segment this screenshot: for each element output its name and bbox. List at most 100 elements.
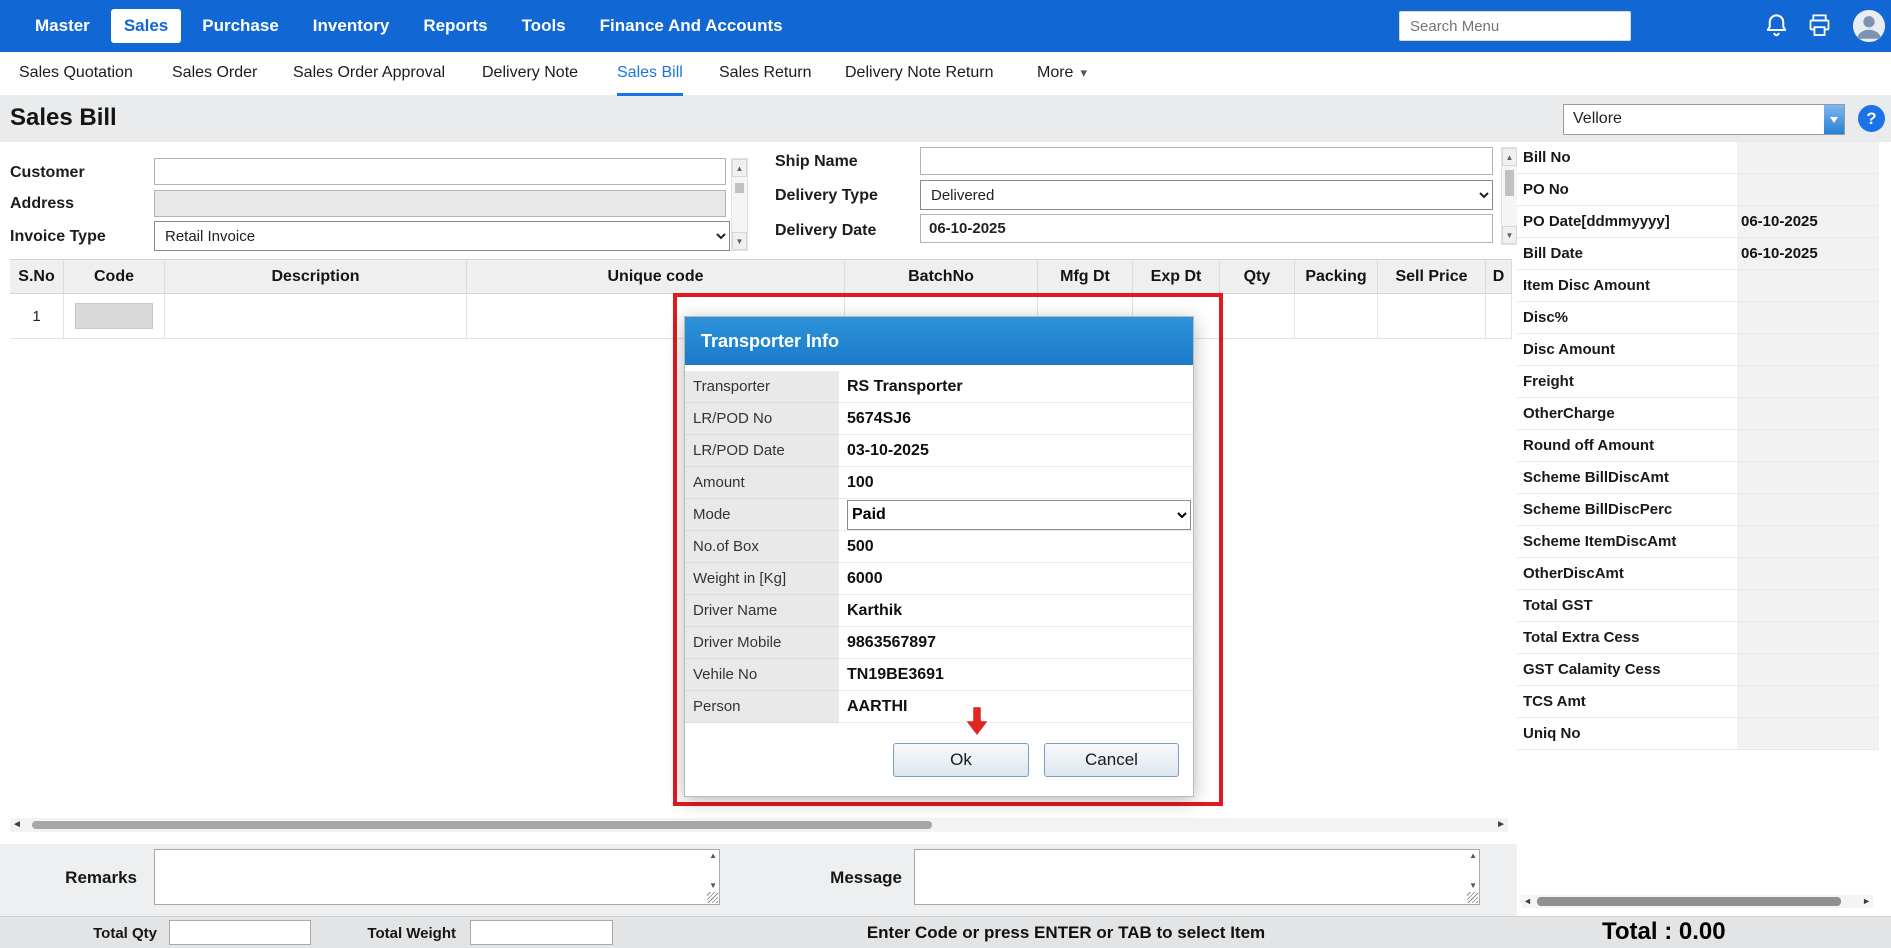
scheme-itemdiscamt-field[interactable] bbox=[1737, 526, 1879, 557]
total-weight-input[interactable] bbox=[470, 920, 613, 945]
bill-summary-panel: Bill No PO No PO Date[ddmmyyyy]06-10-202… bbox=[1517, 142, 1879, 916]
notifications-bell-icon[interactable] bbox=[1763, 12, 1791, 40]
panel-field-label: TCS Amt bbox=[1517, 686, 1737, 717]
scrollbar-thumb[interactable] bbox=[32, 821, 932, 829]
bill-date-field[interactable]: 06-10-2025 bbox=[1737, 238, 1879, 269]
field-label: Vehile No bbox=[685, 659, 839, 691]
panel-field-label: Scheme ItemDiscAmt bbox=[1517, 526, 1737, 557]
scheme-billdiscperc-field[interactable] bbox=[1737, 494, 1879, 525]
disc-amount-field[interactable] bbox=[1737, 334, 1879, 365]
ok-button[interactable]: Ok bbox=[893, 743, 1029, 777]
item-disc-amount-field[interactable] bbox=[1737, 270, 1879, 301]
help-icon[interactable]: ? bbox=[1858, 105, 1885, 132]
scroll-down-icon[interactable]: ▼ bbox=[709, 881, 717, 890]
print-icon[interactable] bbox=[1806, 12, 1834, 40]
nav-item-tools[interactable]: Tools bbox=[509, 9, 579, 43]
scroll-right-icon[interactable]: ► bbox=[1862, 895, 1871, 908]
scrollbar-thumb[interactable] bbox=[1537, 897, 1841, 906]
panel-row: OtherDiscAmt bbox=[1517, 558, 1879, 590]
panel-row: Bill Date06-10-2025 bbox=[1517, 238, 1879, 270]
dropdown-arrow-button[interactable] bbox=[1824, 105, 1844, 134]
driver-name-value[interactable]: Karthik bbox=[839, 595, 1193, 627]
nav-item-reports[interactable]: Reports bbox=[410, 9, 500, 43]
resize-handle-icon[interactable] bbox=[707, 892, 718, 903]
scroll-down-icon[interactable]: ▼ bbox=[732, 232, 747, 250]
disc-percent-field[interactable] bbox=[1737, 302, 1879, 333]
nav-item-sales[interactable]: Sales bbox=[111, 9, 181, 43]
po-date-field[interactable]: 06-10-2025 bbox=[1737, 206, 1879, 237]
customer-input[interactable] bbox=[154, 158, 726, 185]
scroll-up-icon[interactable]: ▲ bbox=[709, 851, 717, 860]
nav-item-master[interactable]: Master bbox=[22, 9, 103, 43]
scroll-down-icon[interactable]: ▼ bbox=[1502, 226, 1517, 244]
ship-name-input[interactable] bbox=[920, 147, 1493, 175]
total-gst-field[interactable] bbox=[1737, 590, 1879, 621]
tab-sales-order-approval[interactable]: Sales Order Approval bbox=[293, 52, 445, 96]
vehicle-no-value[interactable]: TN19BE3691 bbox=[839, 659, 1193, 691]
branch-select-value: Vellore bbox=[1564, 105, 1824, 134]
ship-name-label: Ship Name bbox=[775, 152, 858, 172]
scrollbar-thumb[interactable] bbox=[735, 183, 744, 193]
no-of-box-value[interactable]: 500 bbox=[839, 531, 1193, 563]
tcs-amt-field[interactable] bbox=[1737, 686, 1879, 717]
round-off-amount-field[interactable] bbox=[1737, 430, 1879, 461]
scroll-up-icon[interactable]: ▲ bbox=[1469, 851, 1477, 860]
gst-calamity-cess-field[interactable] bbox=[1737, 654, 1879, 685]
remarks-textarea[interactable] bbox=[155, 850, 703, 904]
tab-delivery-note[interactable]: Delivery Note bbox=[482, 52, 578, 96]
row-sell-price-cell bbox=[1378, 294, 1486, 339]
tab-sales-quotation[interactable]: Sales Quotation bbox=[19, 52, 133, 96]
resize-handle-icon[interactable] bbox=[1467, 892, 1478, 903]
delivery-date-input[interactable] bbox=[920, 214, 1493, 243]
weight-value[interactable]: 6000 bbox=[839, 563, 1193, 595]
scroll-up-icon[interactable]: ▲ bbox=[732, 159, 747, 177]
cancel-button[interactable]: Cancel bbox=[1044, 743, 1179, 777]
row-sno-cell: 1 bbox=[10, 294, 64, 339]
delivery-type-select[interactable]: Delivered bbox=[920, 180, 1493, 210]
branch-select[interactable]: Vellore bbox=[1563, 104, 1845, 135]
main-horizontal-scrollbar[interactable]: ◄ ► bbox=[10, 818, 1508, 832]
mode-select[interactable]: Paid bbox=[847, 500, 1191, 530]
chevron-down-icon: ▾ bbox=[1080, 65, 1087, 80]
nav-item-purchase[interactable]: Purchase bbox=[189, 9, 292, 43]
scroll-down-icon[interactable]: ▼ bbox=[1469, 881, 1477, 890]
left-form-scrollbar[interactable]: ▲ ▼ bbox=[731, 158, 748, 251]
user-avatar[interactable] bbox=[1852, 9, 1886, 43]
person-value[interactable]: AARTHI bbox=[839, 691, 1193, 723]
tab-delivery-note-return[interactable]: Delivery Note Return bbox=[845, 52, 994, 96]
items-table-header: S.No Code Description Unique code BatchN… bbox=[10, 259, 1512, 294]
other-disc-amt-field[interactable] bbox=[1737, 558, 1879, 589]
tab-sales-order[interactable]: Sales Order bbox=[172, 52, 257, 96]
scroll-right-icon[interactable]: ► bbox=[1496, 818, 1506, 832]
po-no-field[interactable] bbox=[1737, 174, 1879, 205]
freight-field[interactable] bbox=[1737, 366, 1879, 397]
amount-value[interactable]: 100 bbox=[839, 467, 1193, 499]
tab-more[interactable]: More▾ bbox=[1037, 52, 1087, 96]
nav-item-finance-and-accounts[interactable]: Finance And Accounts bbox=[587, 9, 796, 43]
tab-sales-return[interactable]: Sales Return bbox=[719, 52, 812, 96]
driver-mobile-value[interactable]: 9863567897 bbox=[839, 627, 1193, 659]
scrollbar-thumb[interactable] bbox=[1505, 170, 1514, 196]
other-charge-field[interactable] bbox=[1737, 398, 1879, 429]
search-input[interactable] bbox=[1399, 11, 1631, 41]
total-qty-input[interactable] bbox=[169, 920, 311, 945]
transporter-value[interactable]: RS Transporter bbox=[839, 371, 1193, 403]
scheme-billdiscamt-field[interactable] bbox=[1737, 462, 1879, 493]
panel-field-label: Bill Date bbox=[1517, 238, 1737, 269]
scroll-left-icon[interactable]: ◄ bbox=[12, 818, 22, 832]
tab-sales-bill[interactable]: Sales Bill bbox=[617, 52, 683, 96]
lr-pod-no-value[interactable]: 5674SJ6 bbox=[839, 403, 1193, 435]
scroll-left-icon[interactable]: ◄ bbox=[1523, 895, 1532, 908]
code-input[interactable] bbox=[75, 303, 153, 329]
total-extra-cess-field[interactable] bbox=[1737, 622, 1879, 653]
panel-horizontal-scrollbar[interactable]: ◄ ► bbox=[1521, 895, 1873, 908]
lr-pod-date-value[interactable]: 03-10-2025 bbox=[839, 435, 1193, 467]
panel-field-label: Total GST bbox=[1517, 590, 1737, 621]
message-textarea[interactable] bbox=[915, 850, 1463, 904]
scroll-up-icon[interactable]: ▲ bbox=[1502, 148, 1517, 166]
uniq-no-field[interactable] bbox=[1737, 718, 1879, 749]
mid-form-scrollbar[interactable]: ▲ ▼ bbox=[1501, 147, 1518, 245]
nav-item-inventory[interactable]: Inventory bbox=[300, 9, 403, 43]
bill-no-field[interactable] bbox=[1737, 142, 1879, 173]
invoice-type-select[interactable]: Retail Invoice bbox=[154, 221, 730, 251]
